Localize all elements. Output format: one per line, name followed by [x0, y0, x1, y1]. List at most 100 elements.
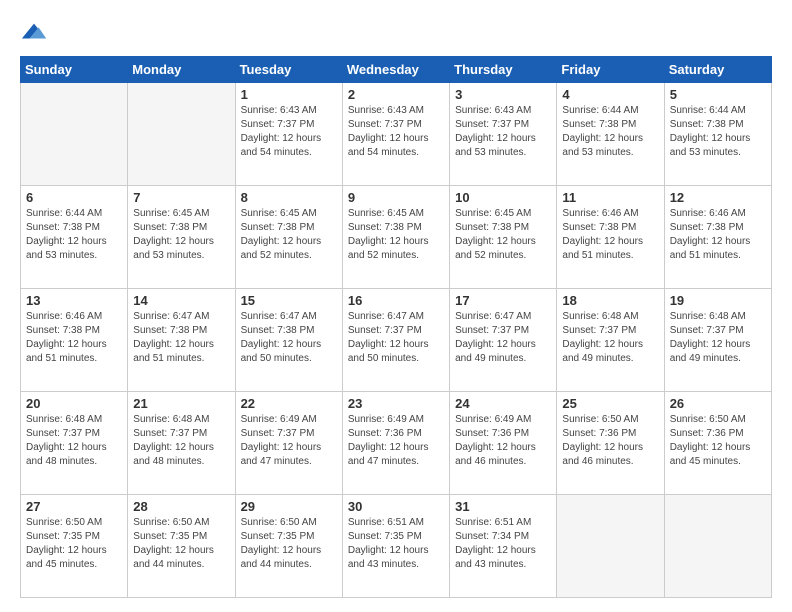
day-cell: 30 Sunrise: 6:51 AMSunset: 7:35 PMDayligh… [342, 495, 449, 598]
week-row-5: 27 Sunrise: 6:50 AMSunset: 7:35 PMDayligh… [21, 495, 772, 598]
col-header-tuesday: Tuesday [235, 57, 342, 83]
day-info: Sunrise: 6:47 AMSunset: 7:38 PMDaylight:… [133, 310, 229, 366]
day-cell: 1 Sunrise: 6:43 AMSunset: 7:37 PMDaylight… [235, 83, 342, 186]
day-cell: 3 Sunrise: 6:43 AMSunset: 7:37 PMDaylight… [450, 83, 557, 186]
week-row-2: 6Sunrise: 6:44 AMSunset: 7:38 PMDaylight… [21, 186, 772, 289]
day-cell: 6Sunrise: 6:44 AMSunset: 7:38 PMDaylight… [21, 186, 128, 289]
day-info: Sunrise: 6:43 AMSunset: 7:37 PMDaylight:… [455, 104, 551, 160]
day-cell: 10 Sunrise: 6:45 AMSunset: 7:38 PMDayligh… [450, 186, 557, 289]
day-number: 3 [455, 87, 551, 102]
day-cell [21, 83, 128, 186]
day-cell: 25 Sunrise: 6:50 AMSunset: 7:36 PMDayligh… [557, 392, 664, 495]
day-cell: 17 Sunrise: 6:47 AMSunset: 7:37 PMDayligh… [450, 289, 557, 392]
week-row-3: 13 Sunrise: 6:46 AMSunset: 7:38 PMDayligh… [21, 289, 772, 392]
day-cell [557, 495, 664, 598]
day-number: 15 [241, 293, 337, 308]
day-info: Sunrise: 6:48 AMSunset: 7:37 PMDaylight:… [26, 413, 122, 469]
calendar-header-row: SundayMondayTuesdayWednesdayThursdayFrid… [21, 57, 772, 83]
day-cell: 8Sunrise: 6:45 AMSunset: 7:38 PMDaylight… [235, 186, 342, 289]
day-cell: 15Sunrise: 6:47 AMSunset: 7:38 PMDayligh… [235, 289, 342, 392]
day-info: Sunrise: 6:50 AMSunset: 7:36 PMDaylight:… [562, 413, 658, 469]
col-header-friday: Friday [557, 57, 664, 83]
day-cell: 23Sunrise: 6:49 AMSunset: 7:36 PMDayligh… [342, 392, 449, 495]
day-info: Sunrise: 6:48 AMSunset: 7:37 PMDaylight:… [133, 413, 229, 469]
calendar-table: SundayMondayTuesdayWednesdayThursdayFrid… [20, 56, 772, 598]
day-number: 26 [670, 396, 766, 411]
day-info: Sunrise: 6:48 AMSunset: 7:37 PMDaylight:… [670, 310, 766, 366]
day-info: Sunrise: 6:46 AMSunset: 7:38 PMDaylight:… [670, 207, 766, 263]
day-number: 21 [133, 396, 229, 411]
day-number: 22 [241, 396, 337, 411]
page: SundayMondayTuesdayWednesdayThursdayFrid… [0, 0, 792, 612]
day-number: 18 [562, 293, 658, 308]
day-info: Sunrise: 6:46 AMSunset: 7:38 PMDaylight:… [562, 207, 658, 263]
day-number: 25 [562, 396, 658, 411]
day-info: Sunrise: 6:44 AMSunset: 7:38 PMDaylight:… [670, 104, 766, 160]
day-info: Sunrise: 6:49 AMSunset: 7:36 PMDaylight:… [455, 413, 551, 469]
day-cell: 4 Sunrise: 6:44 AMSunset: 7:38 PMDaylight… [557, 83, 664, 186]
day-number: 17 [455, 293, 551, 308]
day-info: Sunrise: 6:50 AMSunset: 7:35 PMDaylight:… [26, 516, 122, 572]
day-cell: 11Sunrise: 6:46 AMSunset: 7:38 PMDayligh… [557, 186, 664, 289]
day-number: 29 [241, 499, 337, 514]
col-header-sunday: Sunday [21, 57, 128, 83]
day-info: Sunrise: 6:44 AMSunset: 7:38 PMDaylight:… [562, 104, 658, 160]
day-info: Sunrise: 6:43 AMSunset: 7:37 PMDaylight:… [241, 104, 337, 160]
day-cell [664, 495, 771, 598]
day-number: 28 [133, 499, 229, 514]
week-row-1: 1 Sunrise: 6:43 AMSunset: 7:37 PMDaylight… [21, 83, 772, 186]
day-info: Sunrise: 6:47 AMSunset: 7:37 PMDaylight:… [348, 310, 444, 366]
day-number: 31 [455, 499, 551, 514]
day-info: Sunrise: 6:45 AMSunset: 7:38 PMDaylight:… [348, 207, 444, 263]
col-header-saturday: Saturday [664, 57, 771, 83]
day-info: Sunrise: 6:50 AMSunset: 7:35 PMDaylight:… [133, 516, 229, 572]
day-info: Sunrise: 6:45 AMSunset: 7:38 PMDaylight:… [241, 207, 337, 263]
day-cell: 16 Sunrise: 6:47 AMSunset: 7:37 PMDayligh… [342, 289, 449, 392]
day-cell: 21 Sunrise: 6:48 AMSunset: 7:37 PMDayligh… [128, 392, 235, 495]
day-number: 1 [241, 87, 337, 102]
logo [20, 18, 52, 46]
day-cell: 26 Sunrise: 6:50 AMSunset: 7:36 PMDayligh… [664, 392, 771, 495]
day-cell: 24 Sunrise: 6:49 AMSunset: 7:36 PMDayligh… [450, 392, 557, 495]
day-cell [128, 83, 235, 186]
day-number: 2 [348, 87, 444, 102]
day-info: Sunrise: 6:44 AMSunset: 7:38 PMDaylight:… [26, 207, 122, 263]
day-cell: 7 Sunrise: 6:45 AMSunset: 7:38 PMDaylight… [128, 186, 235, 289]
day-number: 10 [455, 190, 551, 205]
day-info: Sunrise: 6:47 AMSunset: 7:37 PMDaylight:… [455, 310, 551, 366]
day-info: Sunrise: 6:45 AMSunset: 7:38 PMDaylight:… [455, 207, 551, 263]
day-info: Sunrise: 6:46 AMSunset: 7:38 PMDaylight:… [26, 310, 122, 366]
day-info: Sunrise: 6:51 AMSunset: 7:34 PMDaylight:… [455, 516, 551, 572]
day-cell: 27 Sunrise: 6:50 AMSunset: 7:35 PMDayligh… [21, 495, 128, 598]
day-number: 13 [26, 293, 122, 308]
day-number: 7 [133, 190, 229, 205]
day-cell: 29Sunrise: 6:50 AMSunset: 7:35 PMDayligh… [235, 495, 342, 598]
col-header-monday: Monday [128, 57, 235, 83]
day-number: 12 [670, 190, 766, 205]
day-info: Sunrise: 6:45 AMSunset: 7:38 PMDaylight:… [133, 207, 229, 263]
day-number: 27 [26, 499, 122, 514]
day-number: 4 [562, 87, 658, 102]
day-info: Sunrise: 6:48 AMSunset: 7:37 PMDaylight:… [562, 310, 658, 366]
day-info: Sunrise: 6:50 AMSunset: 7:36 PMDaylight:… [670, 413, 766, 469]
day-number: 16 [348, 293, 444, 308]
day-number: 20 [26, 396, 122, 411]
day-number: 19 [670, 293, 766, 308]
day-info: Sunrise: 6:49 AMSunset: 7:36 PMDaylight:… [348, 413, 444, 469]
header [20, 18, 772, 46]
day-info: Sunrise: 6:49 AMSunset: 7:37 PMDaylight:… [241, 413, 337, 469]
day-cell: 31 Sunrise: 6:51 AMSunset: 7:34 PMDayligh… [450, 495, 557, 598]
day-number: 14 [133, 293, 229, 308]
day-number: 9 [348, 190, 444, 205]
day-number: 30 [348, 499, 444, 514]
day-cell: 14 Sunrise: 6:47 AMSunset: 7:38 PMDayligh… [128, 289, 235, 392]
col-header-thursday: Thursday [450, 57, 557, 83]
day-cell: 22 Sunrise: 6:49 AMSunset: 7:37 PMDayligh… [235, 392, 342, 495]
day-cell: 9 Sunrise: 6:45 AMSunset: 7:38 PMDaylight… [342, 186, 449, 289]
day-info: Sunrise: 6:43 AMSunset: 7:37 PMDaylight:… [348, 104, 444, 160]
day-number: 5 [670, 87, 766, 102]
day-cell: 19 Sunrise: 6:48 AMSunset: 7:37 PMDayligh… [664, 289, 771, 392]
day-number: 24 [455, 396, 551, 411]
day-info: Sunrise: 6:51 AMSunset: 7:35 PMDaylight:… [348, 516, 444, 572]
day-cell: 5 Sunrise: 6:44 AMSunset: 7:38 PMDaylight… [664, 83, 771, 186]
